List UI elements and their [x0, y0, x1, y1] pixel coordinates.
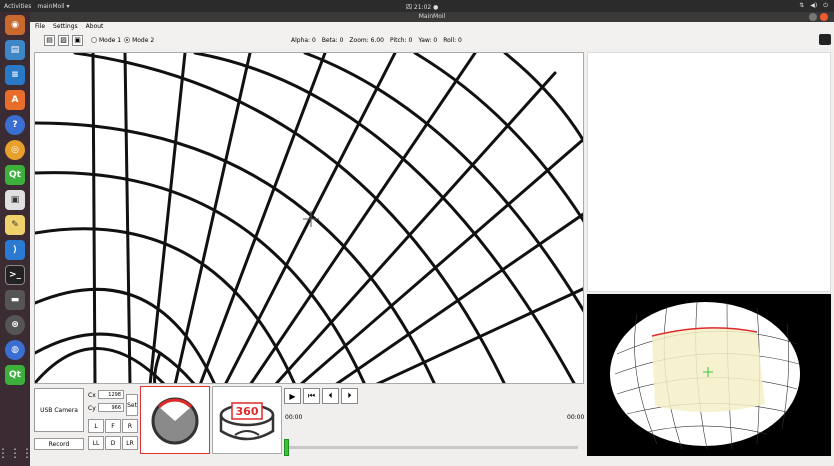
vscode-icon[interactable]: ⟩ — [5, 240, 25, 260]
software-center-icon[interactable]: A — [5, 90, 25, 110]
menu-settings[interactable]: Settings — [53, 23, 78, 30]
cx-input[interactable]: 1298 — [98, 390, 124, 399]
open-image-icon[interactable]: ▨ — [58, 34, 69, 46]
stat-roll: Roll: 0 — [443, 36, 462, 44]
step-forward-icon[interactable]: ⏵ — [341, 388, 358, 404]
cx-label: Cx — [88, 392, 96, 399]
terminal-icon[interactable]: >_ — [5, 265, 25, 285]
view-right-button[interactable]: R — [122, 419, 138, 433]
step-back-icon[interactable]: ⏴ — [322, 388, 339, 404]
panorama-360-button[interactable]: 360 — [212, 386, 282, 454]
player-controls: ▶ ⏮ ⏴ ⏵ — [284, 388, 358, 404]
mode-1-label: Mode 1 — [99, 36, 122, 44]
cy-input[interactable]: 966 — [98, 403, 124, 412]
window-controls — [809, 13, 828, 21]
anypoint-dial-button[interactable] — [140, 386, 210, 454]
files-icon[interactable]: ▤ — [5, 40, 25, 60]
time-start: 00:00 — [285, 414, 303, 421]
show-apps-icon[interactable]: ⋮⋮⋮ — [0, 446, 33, 460]
icon-360-text: 360 — [236, 405, 259, 418]
control-panel: USB Camera Record Cx 1298 Cy 966 Set L F… — [34, 386, 584, 460]
window-title: MainMoil — [418, 13, 446, 20]
qt-creator-icon[interactable]: Qt — [5, 165, 25, 185]
system-monitor-icon[interactable]: ▬ — [5, 290, 25, 310]
stat-yaw: Yaw: 0 — [418, 36, 438, 44]
open-file-icon[interactable]: ▤ — [44, 34, 55, 46]
system-top-bar: Activities mainMoil ▾ 四 21:02 ● ⇅ ◀) ⏻ — [0, 0, 834, 12]
minimize-icon[interactable] — [809, 13, 817, 21]
app-menu[interactable]: mainMoil ▾ — [37, 3, 69, 10]
text-editor-icon[interactable]: ✎ — [5, 215, 25, 235]
auxiliary-view — [587, 52, 831, 292]
network-icon[interactable]: ⇅ — [799, 2, 804, 10]
qt-designer-icon[interactable]: Qt — [5, 365, 25, 385]
view-left-button[interactable]: L — [88, 419, 104, 433]
view-stats: Alpha: 0 Beta: 0 Zoom: 6.00 Pitch: 0 Yaw… — [291, 37, 462, 44]
menu-about[interactable]: About — [86, 23, 104, 30]
power-icon[interactable]: ⏻ — [823, 2, 828, 10]
menu-file[interactable]: File — [35, 23, 45, 30]
firefox-icon[interactable]: ◉ — [5, 15, 25, 35]
record-button[interactable]: Record — [34, 438, 84, 450]
rewind-icon[interactable]: ⏮ — [303, 388, 320, 404]
stat-alpha: Alpha: 0 — [291, 36, 316, 44]
menu-bar: File Settings About — [30, 22, 834, 31]
stat-pitch: Pitch: 0 — [390, 36, 413, 44]
radio-dot — [91, 37, 97, 43]
view-lower-left-button[interactable]: LL — [88, 436, 104, 450]
open-video-icon[interactable]: ▣ — [72, 34, 83, 46]
seek-slider-track[interactable] — [288, 446, 578, 449]
stat-beta: Beta: 0 — [321, 36, 344, 44]
toolbar: ▤ ▨ ▣ Mode 1 Mode 2 Alpha: 0 Beta: 0 Zoo… — [30, 31, 834, 49]
system-tray[interactable]: ⇅ ◀) ⏻ — [799, 2, 828, 10]
close-icon[interactable] — [820, 13, 828, 21]
help-icon[interactable]: ? — [5, 115, 25, 135]
chrome-icon[interactable]: ◎ — [5, 140, 25, 160]
view-down-button[interactable]: D — [105, 436, 121, 450]
activities-button[interactable]: Activities — [4, 3, 31, 10]
writer-icon[interactable]: ≡ — [5, 65, 25, 85]
mode-1-radio[interactable]: Mode 1 — [91, 37, 121, 44]
view-lower-right-button[interactable]: LR — [122, 436, 138, 450]
dewarped-grid-image — [35, 53, 583, 383]
main-video-view[interactable] — [34, 52, 584, 384]
launcher-dock: ◉ ▤ ≡ A ? ◎ Qt ▣ ✎ ⟩ >_ ▬ ⊛ ◍ Qt ⋮⋮⋮ — [0, 12, 33, 466]
panorama-360-icon: 360 — [219, 402, 275, 441]
fisheye-preview-image — [610, 301, 800, 450]
cy-label: Cy — [88, 405, 96, 412]
clock[interactable]: 四 21:02 ● — [406, 2, 438, 11]
update-icon[interactable]: ⊛ — [5, 315, 25, 335]
fisheye-preview[interactable] — [587, 294, 831, 456]
globe-icon[interactable]: ◍ — [5, 340, 25, 360]
seek-slider-handle[interactable] — [284, 439, 289, 456]
view-front-button[interactable]: F — [105, 419, 121, 433]
radio-dot — [124, 37, 131, 43]
mode-2-label: Mode 2 — [132, 36, 155, 44]
window-title-bar: MainMoil — [30, 12, 834, 22]
usb-camera-button[interactable]: USB Camera — [34, 388, 84, 432]
play-button[interactable]: ▶ — [284, 388, 301, 404]
camera-app-icon[interactable]: ▣ — [5, 190, 25, 210]
time-end: 00:00 — [567, 414, 585, 421]
mode-2-radio[interactable]: Mode 2 — [124, 37, 154, 44]
set-button[interactable]: Set — [126, 394, 138, 416]
volume-icon[interactable]: ◀) — [810, 2, 817, 10]
stat-zoom: Zoom: 6.00 — [349, 36, 384, 44]
dial-icon — [151, 397, 199, 445]
snapshot-camera-icon[interactable] — [819, 34, 831, 45]
